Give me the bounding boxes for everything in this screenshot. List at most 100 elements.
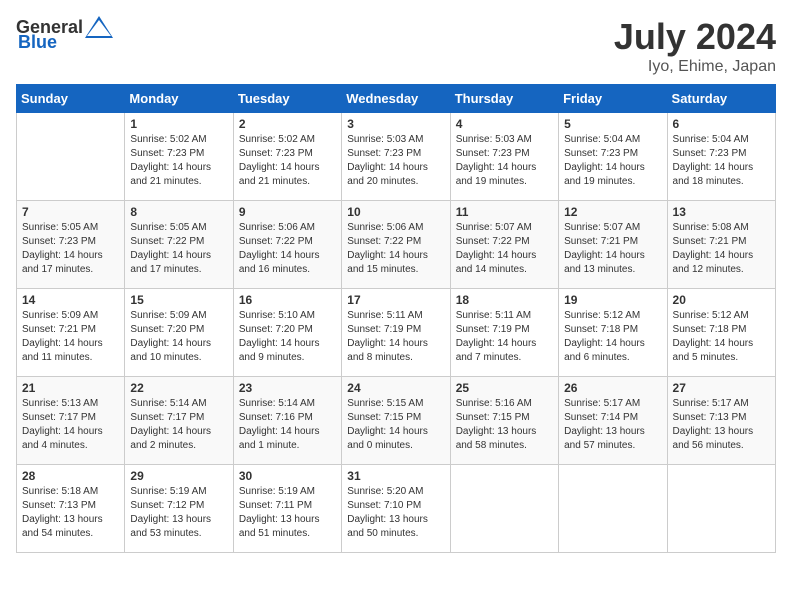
- cell-info: Sunrise: 5:02 AM Sunset: 7:23 PM Dayligh…: [239, 133, 336, 189]
- calendar-cell: [667, 465, 775, 553]
- day-number: 19: [564, 293, 661, 307]
- day-header-friday: Friday: [559, 85, 667, 113]
- day-number: 15: [130, 293, 227, 307]
- cell-info: Sunrise: 5:03 AM Sunset: 7:23 PM Dayligh…: [347, 133, 444, 189]
- month-title: July 2024: [614, 16, 776, 58]
- day-number: 5: [564, 117, 661, 131]
- calendar-cell: 11Sunrise: 5:07 AM Sunset: 7:22 PM Dayli…: [450, 201, 558, 289]
- cell-info: Sunrise: 5:07 AM Sunset: 7:21 PM Dayligh…: [564, 221, 661, 277]
- calendar-cell: 31Sunrise: 5:20 AM Sunset: 7:10 PM Dayli…: [342, 465, 450, 553]
- cell-info: Sunrise: 5:12 AM Sunset: 7:18 PM Dayligh…: [673, 309, 770, 365]
- calendar-cell: 24Sunrise: 5:15 AM Sunset: 7:15 PM Dayli…: [342, 377, 450, 465]
- calendar-cell: 10Sunrise: 5:06 AM Sunset: 7:22 PM Dayli…: [342, 201, 450, 289]
- calendar-table: SundayMondayTuesdayWednesdayThursdayFrid…: [16, 84, 776, 553]
- day-number: 20: [673, 293, 770, 307]
- cell-info: Sunrise: 5:19 AM Sunset: 7:11 PM Dayligh…: [239, 485, 336, 541]
- week-row-5: 28 Sunrise: 5:18 AM Sunset: 7:13 PM Dayli…: [17, 465, 776, 553]
- day-number: 30: [239, 469, 336, 483]
- calendar-header-row: SundayMondayTuesdayWednesdayThursdayFrid…: [17, 85, 776, 113]
- day-number: 18: [456, 293, 553, 307]
- calendar-cell: 1Sunrise: 5:02 AM Sunset: 7:23 PM Daylig…: [125, 113, 233, 201]
- calendar-cell: 30 Sunrise: 5:19 AM Sunset: 7:11 PM Dayli…: [233, 465, 341, 553]
- cell-info: Sunrise: 5:12 AM Sunset: 7:18 PM Dayligh…: [564, 309, 661, 365]
- calendar-cell: 21Sunrise: 5:13 AM Sunset: 7:17 PM Dayli…: [17, 377, 125, 465]
- day-number: 17: [347, 293, 444, 307]
- cell-info: Sunrise: 5:04 AM Sunset: 7:23 PM Dayligh…: [673, 133, 770, 189]
- cell-info: Sunrise: 5:10 AM Sunset: 7:20 PM Dayligh…: [239, 309, 336, 365]
- calendar-cell: 2 Sunrise: 5:02 AM Sunset: 7:23 PM Daylig…: [233, 113, 341, 201]
- day-header-sunday: Sunday: [17, 85, 125, 113]
- day-header-thursday: Thursday: [450, 85, 558, 113]
- calendar-cell: 16 Sunrise: 5:10 AM Sunset: 7:20 PM Dayli…: [233, 289, 341, 377]
- cell-info: Sunrise: 5:17 AM Sunset: 7:13 PM Dayligh…: [673, 397, 770, 453]
- cell-info: Sunrise: 5:11 AM Sunset: 7:19 PM Dayligh…: [347, 309, 444, 365]
- header: General Blue July 2024 Iyo, Ehime, Japan: [16, 16, 776, 76]
- day-number: 9: [239, 205, 336, 219]
- day-header-wednesday: Wednesday: [342, 85, 450, 113]
- calendar-cell: 8 Sunrise: 5:05 AM Sunset: 7:22 PM Daylig…: [125, 201, 233, 289]
- location-title: Iyo, Ehime, Japan: [614, 58, 776, 76]
- calendar-cell: 3Sunrise: 5:03 AM Sunset: 7:23 PM Daylig…: [342, 113, 450, 201]
- logo-icon: [85, 16, 113, 38]
- calendar-body: 1Sunrise: 5:02 AM Sunset: 7:23 PM Daylig…: [17, 113, 776, 553]
- day-number: 14: [22, 293, 119, 307]
- calendar-cell: 28 Sunrise: 5:18 AM Sunset: 7:13 PM Dayli…: [17, 465, 125, 553]
- calendar-cell: 13Sunrise: 5:08 AM Sunset: 7:21 PM Dayli…: [667, 201, 775, 289]
- week-row-3: 14Sunrise: 5:09 AM Sunset: 7:21 PM Dayli…: [17, 289, 776, 377]
- cell-info: Sunrise: 5:06 AM Sunset: 7:22 PM Dayligh…: [239, 221, 336, 277]
- cell-info: Sunrise: 5:02 AM Sunset: 7:23 PM Dayligh…: [130, 133, 227, 189]
- day-number: 4: [456, 117, 553, 131]
- day-number: 29: [130, 469, 227, 483]
- calendar-cell: 22 Sunrise: 5:14 AM Sunset: 7:17 PM Dayli…: [125, 377, 233, 465]
- cell-info: Sunrise: 5:05 AM Sunset: 7:23 PM Dayligh…: [22, 221, 119, 277]
- cell-info: Sunrise: 5:16 AM Sunset: 7:15 PM Dayligh…: [456, 397, 553, 453]
- day-number: 16: [239, 293, 336, 307]
- calendar-cell: 15 Sunrise: 5:09 AM Sunset: 7:20 PM Dayli…: [125, 289, 233, 377]
- day-header-saturday: Saturday: [667, 85, 775, 113]
- calendar-cell: 12 Sunrise: 5:07 AM Sunset: 7:21 PM Dayli…: [559, 201, 667, 289]
- cell-info: Sunrise: 5:09 AM Sunset: 7:20 PM Dayligh…: [130, 309, 227, 365]
- day-number: 25: [456, 381, 553, 395]
- calendar-cell: 27Sunrise: 5:17 AM Sunset: 7:13 PM Dayli…: [667, 377, 775, 465]
- day-number: 8: [130, 205, 227, 219]
- cell-info: Sunrise: 5:03 AM Sunset: 7:23 PM Dayligh…: [456, 133, 553, 189]
- calendar-cell: 6 Sunrise: 5:04 AM Sunset: 7:23 PM Daylig…: [667, 113, 775, 201]
- cell-info: Sunrise: 5:08 AM Sunset: 7:21 PM Dayligh…: [673, 221, 770, 277]
- week-row-2: 7Sunrise: 5:05 AM Sunset: 7:23 PM Daylig…: [17, 201, 776, 289]
- logo: General Blue: [16, 16, 113, 53]
- week-row-1: 1Sunrise: 5:02 AM Sunset: 7:23 PM Daylig…: [17, 113, 776, 201]
- cell-info: Sunrise: 5:18 AM Sunset: 7:13 PM Dayligh…: [22, 485, 119, 541]
- calendar-cell: 23Sunrise: 5:14 AM Sunset: 7:16 PM Dayli…: [233, 377, 341, 465]
- day-number: 12: [564, 205, 661, 219]
- day-number: 22: [130, 381, 227, 395]
- day-number: 23: [239, 381, 336, 395]
- cell-info: Sunrise: 5:04 AM Sunset: 7:23 PM Dayligh…: [564, 133, 661, 189]
- day-number: 11: [456, 205, 553, 219]
- calendar-cell: 29 Sunrise: 5:19 AM Sunset: 7:12 PM Dayli…: [125, 465, 233, 553]
- logo-blue: Blue: [18, 32, 57, 53]
- cell-info: Sunrise: 5:11 AM Sunset: 7:19 PM Dayligh…: [456, 309, 553, 365]
- calendar-cell: 18 Sunrise: 5:11 AM Sunset: 7:19 PM Dayli…: [450, 289, 558, 377]
- day-number: 2: [239, 117, 336, 131]
- day-header-monday: Monday: [125, 85, 233, 113]
- cell-info: Sunrise: 5:17 AM Sunset: 7:14 PM Dayligh…: [564, 397, 661, 453]
- day-number: 26: [564, 381, 661, 395]
- calendar-cell: 7Sunrise: 5:05 AM Sunset: 7:23 PM Daylig…: [17, 201, 125, 289]
- title-area: July 2024 Iyo, Ehime, Japan: [614, 16, 776, 76]
- day-number: 10: [347, 205, 444, 219]
- calendar-cell: 5 Sunrise: 5:04 AM Sunset: 7:23 PM Daylig…: [559, 113, 667, 201]
- day-header-tuesday: Tuesday: [233, 85, 341, 113]
- cell-info: Sunrise: 5:19 AM Sunset: 7:12 PM Dayligh…: [130, 485, 227, 541]
- day-number: 31: [347, 469, 444, 483]
- calendar-cell: 4 Sunrise: 5:03 AM Sunset: 7:23 PM Daylig…: [450, 113, 558, 201]
- cell-info: Sunrise: 5:14 AM Sunset: 7:17 PM Dayligh…: [130, 397, 227, 453]
- calendar-cell: 14Sunrise: 5:09 AM Sunset: 7:21 PM Dayli…: [17, 289, 125, 377]
- cell-info: Sunrise: 5:15 AM Sunset: 7:15 PM Dayligh…: [347, 397, 444, 453]
- cell-info: Sunrise: 5:05 AM Sunset: 7:22 PM Dayligh…: [130, 221, 227, 277]
- calendar-cell: [17, 113, 125, 201]
- day-number: 28: [22, 469, 119, 483]
- week-row-4: 21Sunrise: 5:13 AM Sunset: 7:17 PM Dayli…: [17, 377, 776, 465]
- calendar-cell: 25 Sunrise: 5:16 AM Sunset: 7:15 PM Dayli…: [450, 377, 558, 465]
- calendar-cell: 9 Sunrise: 5:06 AM Sunset: 7:22 PM Daylig…: [233, 201, 341, 289]
- day-number: 6: [673, 117, 770, 131]
